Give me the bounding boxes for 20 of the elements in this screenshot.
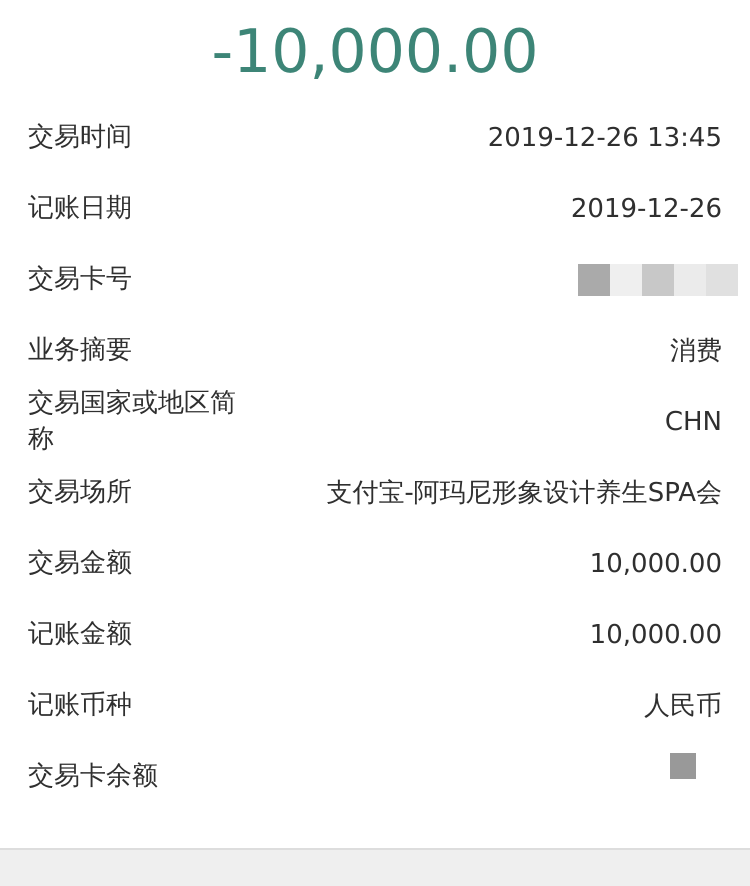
row-value: 人民币 [644, 690, 722, 723]
redaction-block [670, 752, 696, 778]
row-label: 交易卡余额 [28, 760, 159, 793]
row-value: 10,000.00 [590, 548, 722, 578]
row-label: 记账日期 [28, 192, 133, 225]
row-value: 消费 [670, 335, 722, 368]
row-label: 交易场所 [28, 476, 133, 509]
row-label: 交易卡号 [28, 262, 133, 296]
row-label: 交易国家或地区简称 [28, 387, 237, 456]
row-value: 10,000.00 [590, 620, 722, 650]
row-label: 记账金额 [28, 618, 133, 651]
row-value: 2019-12-26 13:45 [488, 122, 722, 152]
row-value: 支付宝-阿玛尼形象设计养生SPA会 [326, 477, 722, 510]
row-label: 业务摘要 [28, 334, 133, 367]
row-label: 交易金额 [28, 546, 133, 580]
row-value: 2019-12-26 [570, 194, 722, 224]
amount-title: -10,000.00 [210, 16, 540, 89]
row-label: 记账币种 [28, 688, 133, 722]
row-label: 交易时间 [28, 120, 133, 154]
row-value: CHN [664, 406, 722, 436]
